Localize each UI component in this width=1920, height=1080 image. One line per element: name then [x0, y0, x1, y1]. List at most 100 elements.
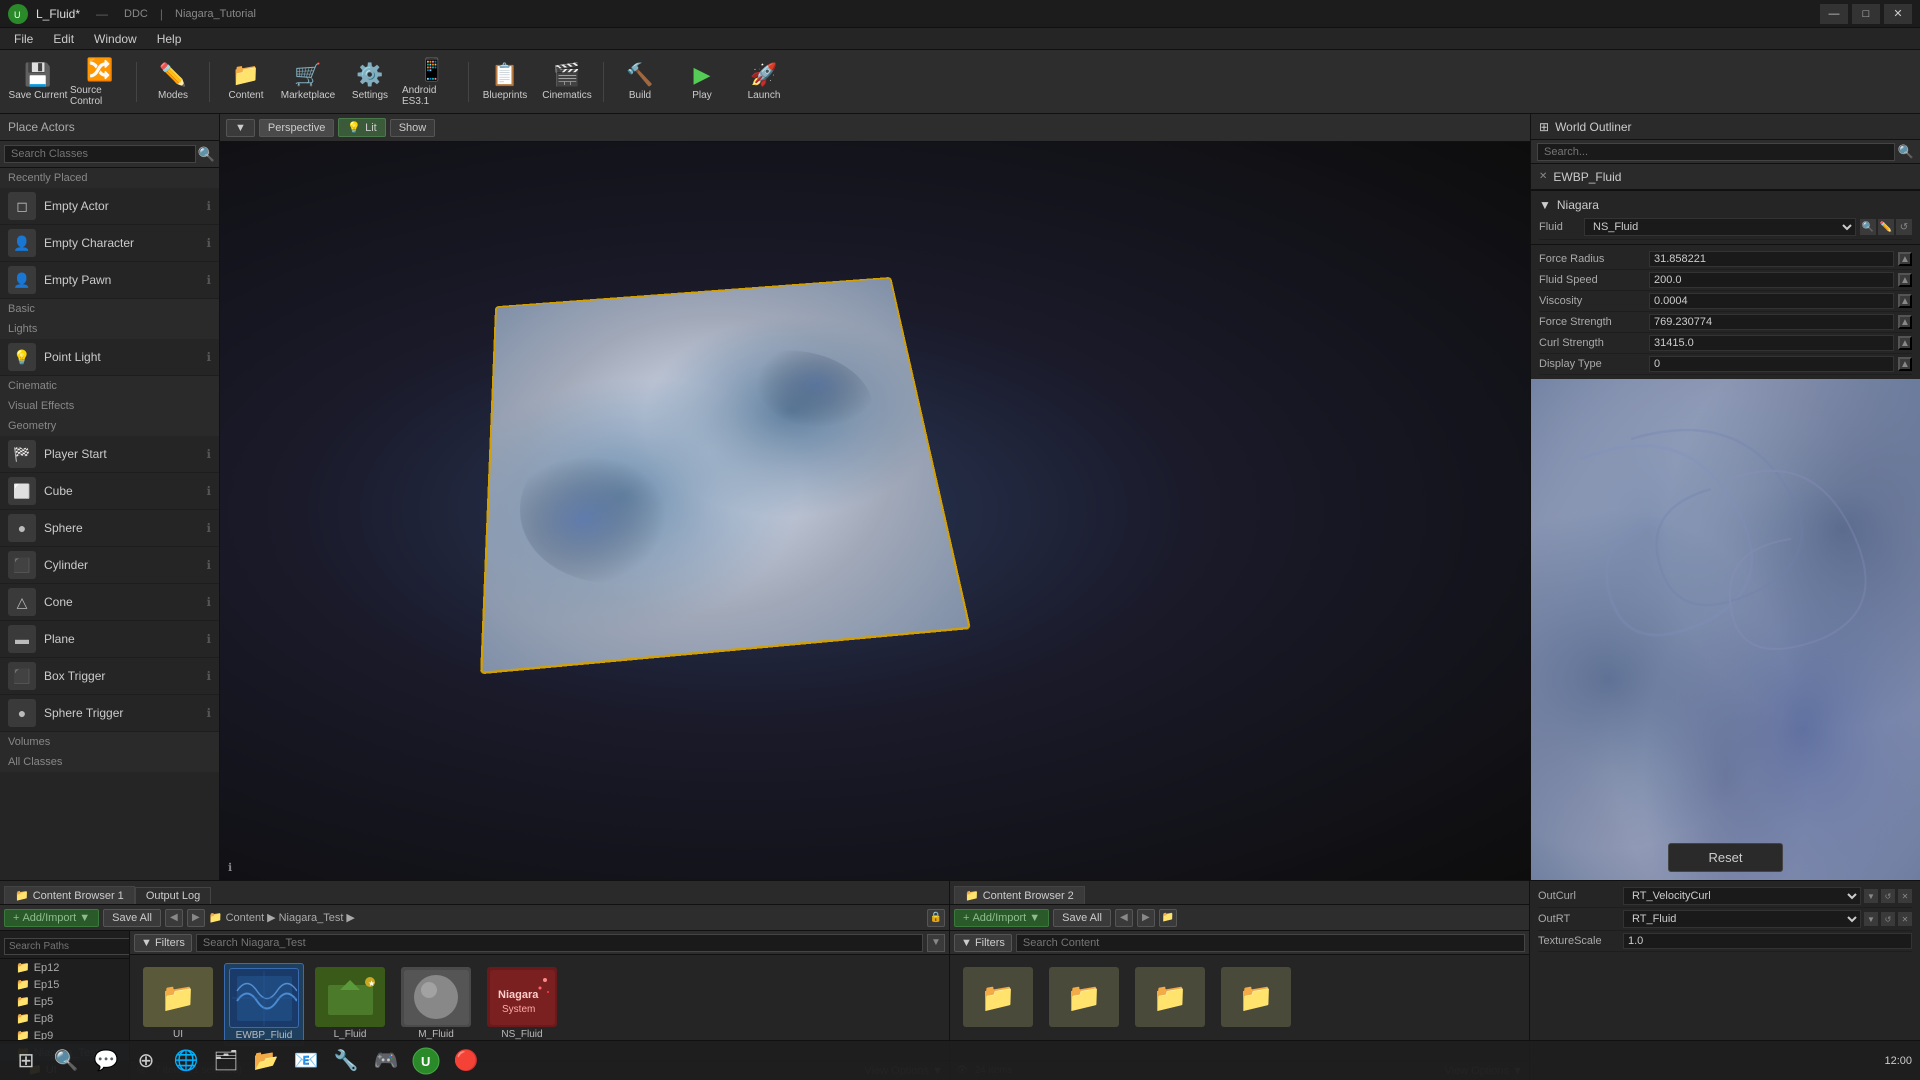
ewbp-tab-label[interactable]: EWBP_Fluid: [1553, 170, 1621, 184]
folder-ep15[interactable]: 📁 Ep15: [0, 976, 129, 993]
fluid-search-btn[interactable]: 🔍: [1860, 219, 1876, 235]
category-visual-effects[interactable]: Visual Effects: [0, 396, 219, 416]
force-radius-input[interactable]: [1649, 251, 1894, 267]
fluid-select[interactable]: NS_Fluid: [1584, 218, 1856, 236]
cb2-tab[interactable]: 📁 Content Browser 2: [954, 886, 1085, 904]
actor-point-light[interactable]: 💡 Point Light ℹ: [0, 339, 219, 376]
folder-ep8[interactable]: 📁 Ep8: [0, 1010, 129, 1027]
outrt-btn-1[interactable]: ▼: [1864, 912, 1878, 926]
category-all-classes[interactable]: All Classes: [0, 752, 219, 772]
folder-ep5[interactable]: 📁 Ep5: [0, 993, 129, 1010]
actor-plane[interactable]: ▬ Plane ℹ: [0, 621, 219, 658]
show-button[interactable]: Show: [390, 119, 436, 137]
cb1-lock-button[interactable]: 🔒: [927, 909, 945, 927]
cb2-folder-2[interactable]: 📁: [1044, 963, 1124, 1033]
asset-ui-folder[interactable]: 📁 UI: [138, 963, 218, 1046]
viscosity-input[interactable]: [1649, 293, 1894, 309]
output-log-tab[interactable]: Output Log: [135, 887, 211, 904]
cb1-search-paths-input[interactable]: [4, 938, 130, 955]
cb1-search-input[interactable]: [196, 934, 923, 952]
taskbar-game-button[interactable]: 🎮: [368, 1043, 404, 1079]
cb1-add-import-button[interactable]: + Add/Import ▼: [4, 909, 99, 927]
android-button[interactable]: 📱 Android ES3.1: [402, 54, 462, 110]
actor-sphere[interactable]: ● Sphere ℹ: [0, 510, 219, 547]
save-current-button[interactable]: 💾 Save Current: [8, 54, 68, 110]
taskbar-record-button[interactable]: 🔴: [448, 1043, 484, 1079]
curl-strength-input[interactable]: [1649, 335, 1894, 351]
outcurl-btn-3[interactable]: ✕: [1898, 889, 1912, 903]
cb2-add-import-button[interactable]: + Add/Import ▼: [954, 909, 1049, 927]
viewport[interactable]: ℹ: [220, 142, 1530, 880]
display-type-input[interactable]: [1649, 356, 1894, 372]
cb2-folder-3[interactable]: 📁: [1130, 963, 1210, 1033]
content-button[interactable]: 📁 Content: [216, 54, 276, 110]
menu-window[interactable]: Window: [84, 30, 147, 48]
launch-button[interactable]: 🚀 Launch: [734, 54, 794, 110]
menu-file[interactable]: File: [4, 30, 43, 48]
actor-cylinder[interactable]: ⬛ Cylinder ℹ: [0, 547, 219, 584]
search-classes-input[interactable]: [4, 145, 196, 163]
force-radius-up-btn[interactable]: ▲: [1898, 252, 1912, 266]
taskbar-widgets-button[interactable]: ⊕: [128, 1043, 164, 1079]
outrt-btn-3[interactable]: ✕: [1898, 912, 1912, 926]
cb2-search-input[interactable]: [1016, 934, 1525, 952]
texturescale-input[interactable]: [1623, 933, 1912, 949]
menu-help[interactable]: Help: [147, 30, 192, 48]
actor-sphere-trigger[interactable]: ● Sphere Trigger ℹ: [0, 695, 219, 732]
play-button[interactable]: ▶ Play: [672, 54, 732, 110]
force-strength-up-btn[interactable]: ▲: [1898, 315, 1912, 329]
cb1-tab[interactable]: 📁 Content Browser 1: [4, 886, 135, 904]
taskbar-terminal-button[interactable]: 🔧: [328, 1043, 364, 1079]
marketplace-button[interactable]: 🛒 Marketplace: [278, 54, 338, 110]
perspective-button[interactable]: Perspective: [259, 119, 334, 137]
category-basic[interactable]: Basic: [0, 299, 219, 319]
category-lights[interactable]: Lights: [0, 319, 219, 339]
fluid-speed-up-btn[interactable]: ▲: [1898, 273, 1912, 287]
asset-m-fluid[interactable]: M_Fluid: [396, 963, 476, 1046]
cb1-back-button[interactable]: ◀: [165, 909, 183, 927]
force-strength-input[interactable]: [1649, 314, 1894, 330]
viscosity-up-btn[interactable]: ▲: [1898, 294, 1912, 308]
fluid-speed-input[interactable]: [1649, 272, 1894, 288]
settings-button[interactable]: ⚙️ Settings: [340, 54, 400, 110]
category-volumes[interactable]: Volumes: [0, 732, 219, 752]
actor-empty-character[interactable]: 👤 Empty Character ℹ: [0, 225, 219, 262]
asset-l-fluid[interactable]: ★ L_Fluid: [310, 963, 390, 1046]
asset-ns-fluid[interactable]: Niagara System NS_Fluid: [482, 963, 562, 1046]
display-type-up-btn[interactable]: ▲: [1898, 357, 1912, 371]
breadcrumb-content[interactable]: Content: [226, 912, 265, 924]
outrt-select[interactable]: RT_Fluid: [1623, 910, 1861, 928]
taskbar-task-view-button[interactable]: 💬: [88, 1043, 124, 1079]
asset-ewbp-fluid[interactable]: EWBP_Fluid: [224, 963, 304, 1046]
fluid-refresh-btn[interactable]: ↺: [1896, 219, 1912, 235]
taskbar-edge-button[interactable]: 🌐: [168, 1043, 204, 1079]
actor-empty-actor[interactable]: ◻ Empty Actor ℹ: [0, 188, 219, 225]
actor-cone[interactable]: △ Cone ℹ: [0, 584, 219, 621]
taskbar-unreal-button[interactable]: U: [408, 1043, 444, 1079]
category-recently-placed[interactable]: Recently Placed: [0, 168, 219, 188]
taskbar-explorer-button[interactable]: 📂: [248, 1043, 284, 1079]
actor-player-start[interactable]: 🏁 Player Start ℹ: [0, 436, 219, 473]
category-cinematic[interactable]: Cinematic: [0, 376, 219, 396]
cb2-folder-1[interactable]: 📁: [958, 963, 1038, 1033]
cb2-back-button[interactable]: ◀: [1115, 909, 1133, 927]
cb1-filter-button[interactable]: ▼ Filters: [134, 934, 192, 952]
build-button[interactable]: 🔨 Build: [610, 54, 670, 110]
cb1-search-options-btn[interactable]: ▼: [927, 934, 945, 952]
taskbar-email-button[interactable]: 📧: [288, 1043, 324, 1079]
cinematics-button[interactable]: 🎬 Cinematics: [537, 54, 597, 110]
cb2-filter-button[interactable]: ▼ Filters: [954, 934, 1012, 952]
viewport-options-button[interactable]: ▼: [226, 119, 255, 137]
cb1-save-all-button[interactable]: Save All: [103, 909, 161, 927]
curl-strength-up-btn[interactable]: ▲: [1898, 336, 1912, 350]
actor-cube[interactable]: ⬜ Cube ℹ: [0, 473, 219, 510]
cb2-save-all-button[interactable]: Save All: [1053, 909, 1111, 927]
cb2-forward-button[interactable]: ▶: [1137, 909, 1155, 927]
cb2-folder-4[interactable]: 📁: [1216, 963, 1296, 1033]
actor-box-trigger[interactable]: ⬛ Box Trigger ℹ: [0, 658, 219, 695]
minimize-button[interactable]: —: [1820, 4, 1848, 24]
reset-button[interactable]: Reset: [1668, 843, 1784, 872]
outrt-btn-2[interactable]: ↺: [1881, 912, 1895, 926]
modes-button[interactable]: ✏️ Modes: [143, 54, 203, 110]
outcurl-btn-1[interactable]: ▼: [1864, 889, 1878, 903]
